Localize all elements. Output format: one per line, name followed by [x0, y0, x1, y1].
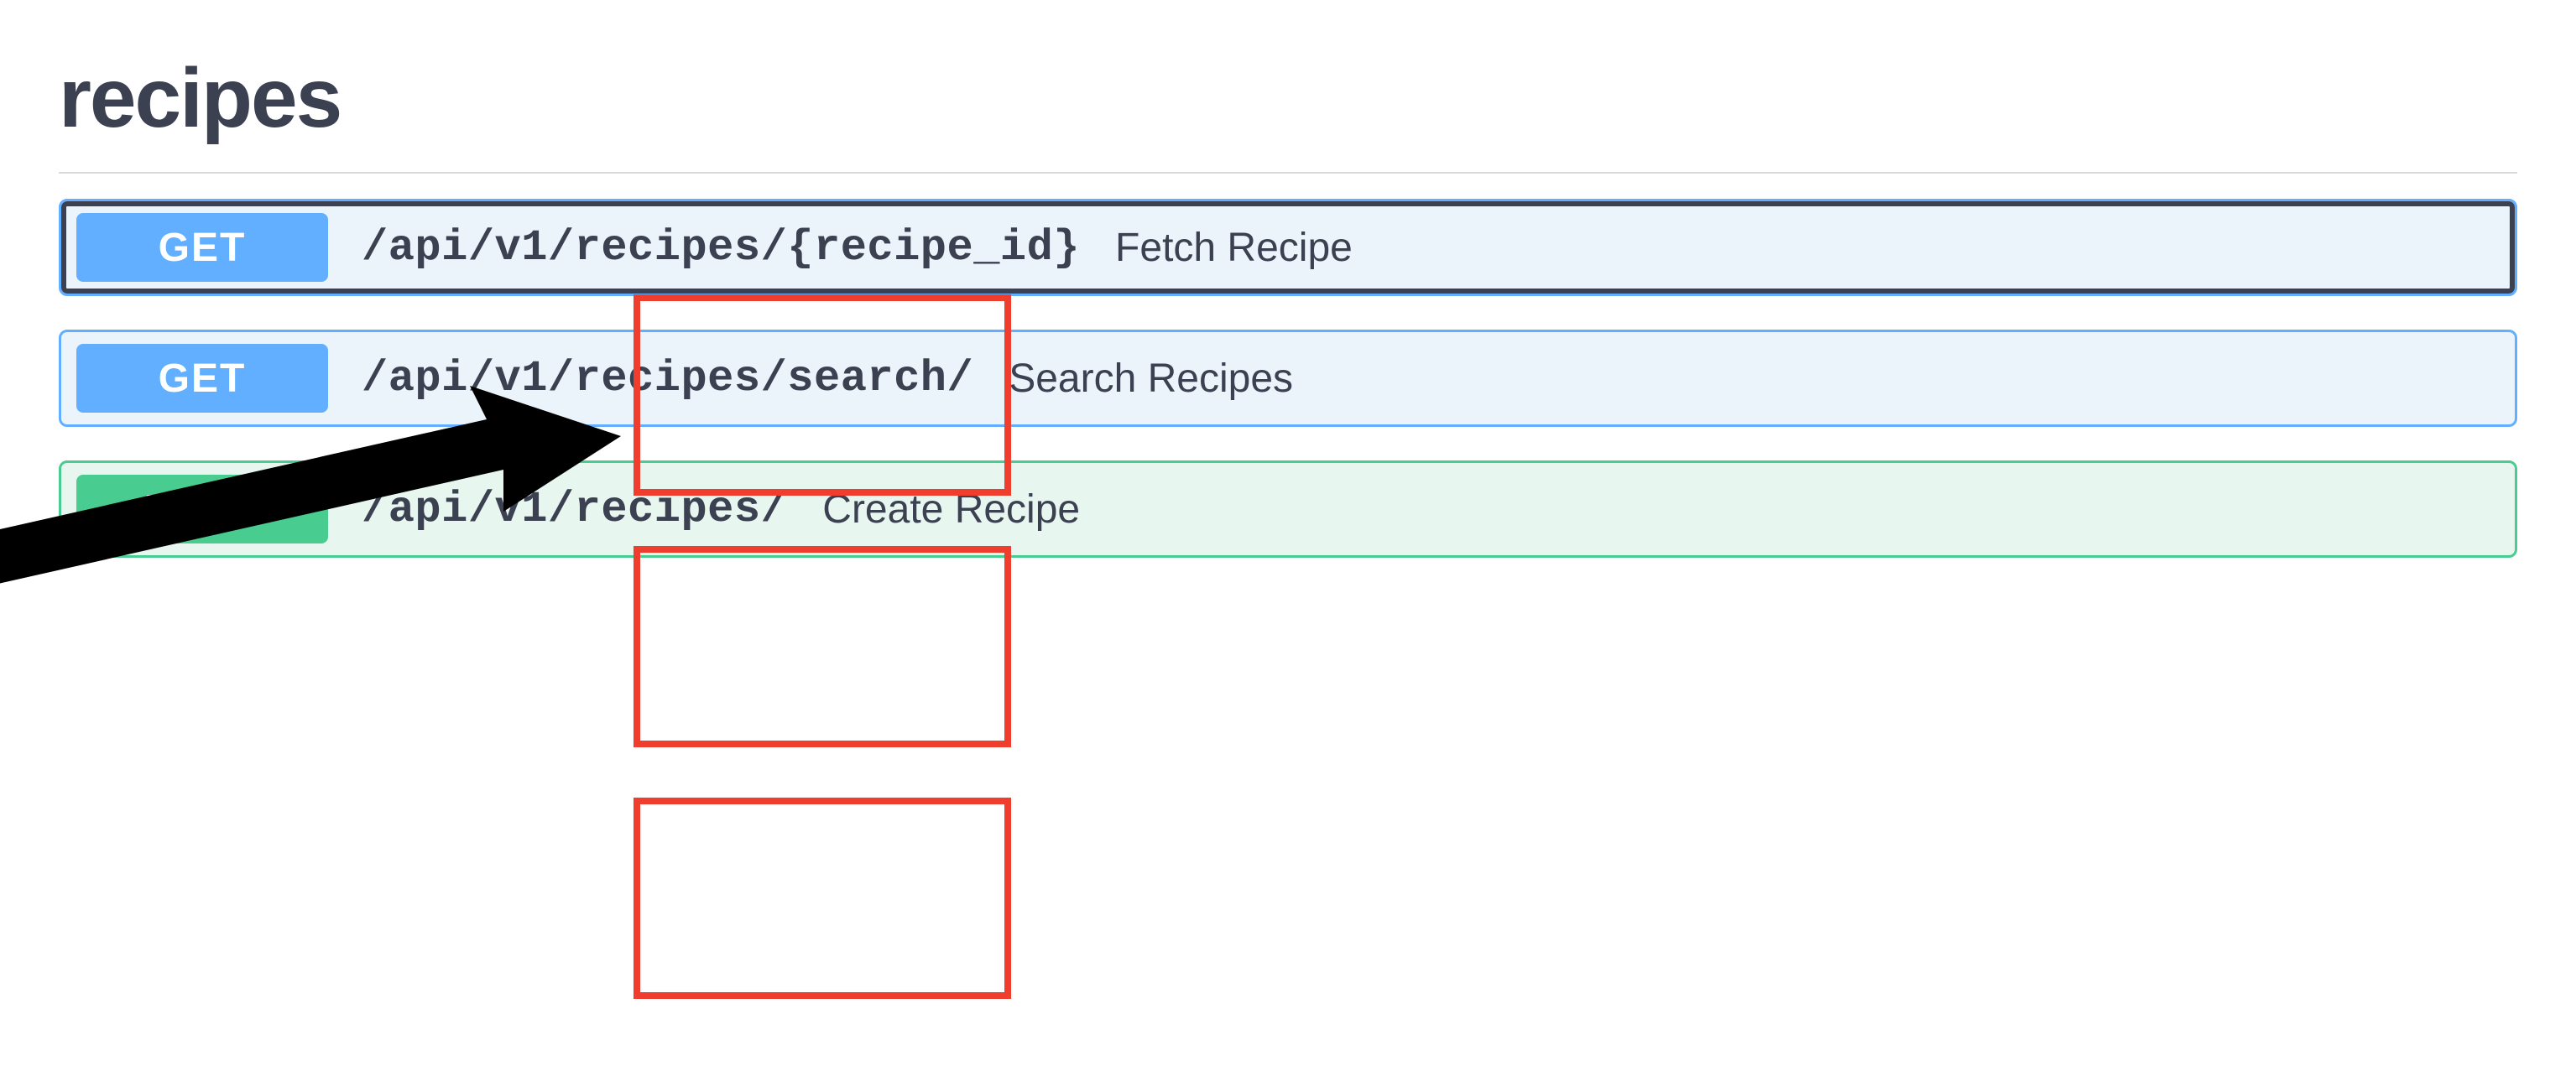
- annotation-highlight-box: [634, 798, 1011, 999]
- endpoint-row-search-recipes[interactable]: GET /api/v1/recipes/search/ Search Recip…: [59, 330, 2517, 427]
- api-section: recipes GET /api/v1/recipes/{recipe_id} …: [0, 0, 2576, 558]
- http-method-badge: GET: [76, 213, 328, 282]
- section-title: recipes: [59, 50, 2517, 147]
- endpoint-path: /api/v1/recipes/: [362, 485, 787, 534]
- endpoint-row-create-recipe[interactable]: POST /api/v1/recipes/ Create Recipe: [59, 460, 2517, 558]
- endpoint-path: /api/v1/recipes/{recipe_id}: [362, 223, 1080, 273]
- endpoint-row-fetch-recipe[interactable]: GET /api/v1/recipes/{recipe_id} Fetch Re…: [59, 199, 2517, 296]
- endpoint-description: Fetch Recipe: [1115, 225, 1353, 271]
- endpoint-description: Search Recipes: [1009, 356, 1293, 402]
- endpoint-path: /api/v1/recipes/search/: [362, 354, 973, 403]
- endpoint-description: Create Recipe: [822, 486, 1080, 533]
- http-method-badge: POST: [76, 475, 328, 543]
- annotation-highlight-box: [634, 546, 1011, 747]
- divider: [59, 172, 2517, 174]
- http-method-badge: GET: [76, 344, 328, 413]
